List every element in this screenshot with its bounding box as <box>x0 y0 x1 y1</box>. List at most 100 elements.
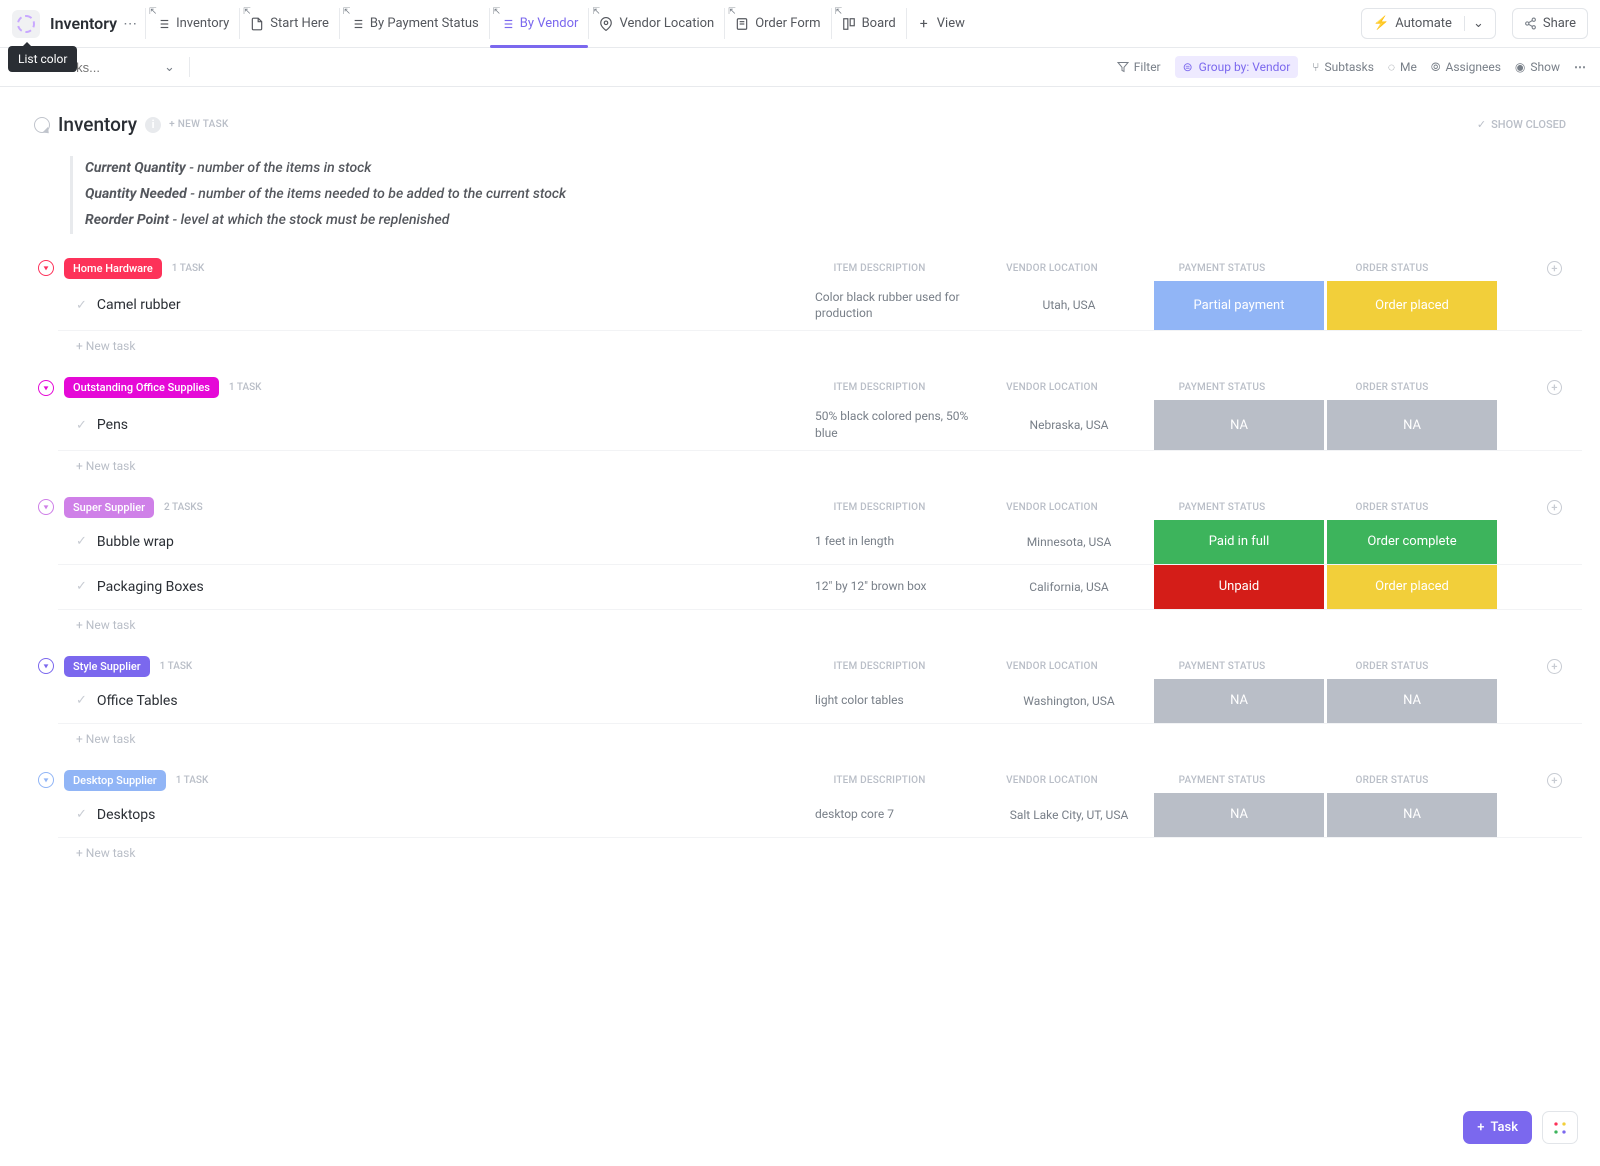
task-row[interactable]: ✓ Pens 50% black colored pens, 50% blueNeb… <box>58 400 1582 451</box>
filter-button[interactable]: Filter <box>1117 60 1161 74</box>
subtasks-button[interactable]: ⑂ Subtasks <box>1312 60 1374 74</box>
check-icon[interactable]: ✓ <box>76 298 87 313</box>
cell-payment-status[interactable]: NA <box>1154 400 1324 450</box>
tab-board[interactable]: ⇱Board <box>831 8 906 39</box>
cell-order-status[interactable]: NA <box>1327 400 1497 450</box>
task-row[interactable]: ✓Packaging Boxes12" by 12" brown boxCali… <box>58 565 1582 610</box>
collapse-icon[interactable] <box>38 499 54 515</box>
cell-desc[interactable]: 1 feet in length <box>809 520 984 564</box>
cell-order-status[interactable]: NA <box>1327 793 1497 837</box>
group-by-button[interactable]: ⊜ Group by: Vendor <box>1175 56 1299 78</box>
col-header-desc[interactable]: ITEM DESCRIPTION <box>792 502 967 513</box>
automate-button[interactable]: ⚡ Automate ⌄ <box>1361 8 1496 39</box>
tab-by-payment-status[interactable]: ⇱By Payment Status <box>339 8 489 39</box>
cell-loc[interactable]: Minnesota, USA <box>984 520 1154 564</box>
collapse-icon[interactable] <box>38 260 54 276</box>
col-header-pay[interactable]: PAYMENT STATUS <box>1137 775 1307 786</box>
tab-by-vendor[interactable]: ⇱By Vendor <box>489 8 589 39</box>
group-badge[interactable]: Outstanding Office Supplies <box>64 377 219 398</box>
col-header-ord[interactable]: ORDER STATUS <box>1307 775 1477 786</box>
group-badge[interactable]: Desktop Supplier <box>64 770 166 791</box>
apps-button[interactable] <box>1542 1111 1578 1144</box>
cell-payment-status[interactable]: NA <box>1154 793 1324 837</box>
col-header-loc[interactable]: VENDOR LOCATION <box>967 263 1137 274</box>
new-task-float-button[interactable]: + Task <box>1463 1111 1532 1144</box>
group-badge[interactable]: Home Hardware <box>64 258 162 279</box>
col-header-pay[interactable]: PAYMENT STATUS <box>1137 502 1307 513</box>
add-column[interactable]: + <box>1477 380 1562 395</box>
cell-desc[interactable]: Color black rubber used for production <box>809 281 984 331</box>
collapse-icon[interactable] <box>38 380 54 396</box>
cell-order-status[interactable]: NA <box>1327 679 1497 723</box>
cell-loc[interactable]: California, USA <box>984 565 1154 609</box>
col-header-pay[interactable]: PAYMENT STATUS <box>1137 263 1307 274</box>
collapse-icon[interactable] <box>38 658 54 674</box>
cell-loc[interactable]: Nebraska, USA <box>984 400 1154 450</box>
cell-payment-status[interactable]: Unpaid <box>1154 565 1324 609</box>
me-button[interactable]: ◌ Me <box>1388 60 1417 74</box>
cell-desc[interactable]: 12" by 12" brown box <box>809 565 984 609</box>
cell-desc[interactable]: light color tables <box>809 679 984 723</box>
info-icon[interactable]: i <box>145 117 161 133</box>
chevron-down-icon[interactable]: ⌄ <box>1464 16 1484 31</box>
task-row[interactable]: ✓ Office Tables light color tablesWashingt… <box>58 679 1582 724</box>
add-task-button[interactable]: + New task <box>76 732 1582 746</box>
tab-view[interactable]: +View <box>906 8 975 39</box>
col-header-loc[interactable]: VENDOR LOCATION <box>967 661 1137 672</box>
cell-loc[interactable]: Salt Lake City, UT, USA <box>984 793 1154 837</box>
group-badge[interactable]: Super Supplier <box>64 497 154 518</box>
task-name[interactable]: Pens <box>97 417 128 433</box>
add-task-button[interactable]: + New task <box>76 339 1582 353</box>
col-header-desc[interactable]: ITEM DESCRIPTION <box>792 775 967 786</box>
add-task-button[interactable]: + New task <box>76 618 1582 632</box>
more-icon[interactable]: ⋯ <box>123 16 137 32</box>
add-column[interactable]: + <box>1477 659 1562 674</box>
col-header-ord[interactable]: ORDER STATUS <box>1307 661 1477 672</box>
collapse-icon[interactable] <box>38 772 54 788</box>
col-header-pay[interactable]: PAYMENT STATUS <box>1137 382 1307 393</box>
task-name[interactable]: Desktops <box>97 807 155 823</box>
show-closed-button[interactable]: ✓ SHOW CLOSED <box>1477 118 1566 131</box>
show-button[interactable]: ◉ Show <box>1515 60 1560 74</box>
add-column[interactable]: + <box>1477 500 1562 515</box>
new-task-link[interactable]: + NEW TASK <box>169 119 228 130</box>
task-row[interactable]: ✓ Camel rubber Color black rubber used for… <box>58 281 1582 332</box>
check-icon[interactable]: ✓ <box>76 418 87 433</box>
status-circle-icon[interactable] <box>34 117 50 133</box>
group-badge[interactable]: Style Supplier <box>64 656 150 677</box>
col-header-loc[interactable]: VENDOR LOCATION <box>967 775 1137 786</box>
cell-desc[interactable]: 50% black colored pens, 50% blue <box>809 400 984 450</box>
col-header-desc[interactable]: ITEM DESCRIPTION <box>792 661 967 672</box>
tab-start-here[interactable]: ⇱Start Here <box>239 8 339 39</box>
task-row[interactable]: ✓Bubble wrap1 feet in lengthMinnesota, U… <box>58 520 1582 565</box>
assignees-button[interactable]: ⦾ Assignees <box>1431 60 1501 75</box>
more-options-icon[interactable]: ⋯ <box>1574 60 1586 74</box>
check-icon[interactable]: ✓ <box>76 693 87 708</box>
tab-order-form[interactable]: ⇱Order Form <box>724 8 830 39</box>
cell-loc[interactable]: Washington, USA <box>984 679 1154 723</box>
add-task-button[interactable]: + New task <box>76 459 1582 473</box>
col-header-ord[interactable]: ORDER STATUS <box>1307 382 1477 393</box>
search-dropdown[interactable]: ⌄ <box>164 60 175 75</box>
cell-loc[interactable]: Utah, USA <box>984 281 1154 331</box>
add-task-button[interactable]: + New task <box>76 846 1582 860</box>
cell-payment-status[interactable]: Partial payment <box>1154 281 1324 331</box>
tab-inventory[interactable]: ⇱Inventory <box>145 8 239 39</box>
task-row[interactable]: ✓Desktopsdesktop core 7Salt Lake City, U… <box>58 793 1582 838</box>
cell-order-status[interactable]: Order complete <box>1327 520 1497 564</box>
col-header-loc[interactable]: VENDOR LOCATION <box>967 502 1137 513</box>
col-header-pay[interactable]: PAYMENT STATUS <box>1137 661 1307 672</box>
add-column[interactable]: + <box>1477 773 1562 788</box>
task-name[interactable]: Packaging Boxes <box>97 579 204 595</box>
share-button[interactable]: Share <box>1512 8 1588 39</box>
task-name[interactable]: Office Tables <box>97 693 178 709</box>
col-header-desc[interactable]: ITEM DESCRIPTION <box>792 263 967 274</box>
add-column[interactable]: + <box>1477 261 1562 276</box>
task-name[interactable]: Camel rubber <box>97 297 181 313</box>
list-color-button[interactable]: List color <box>12 10 40 38</box>
col-header-ord[interactable]: ORDER STATUS <box>1307 263 1477 274</box>
col-header-loc[interactable]: VENDOR LOCATION <box>967 382 1137 393</box>
col-header-desc[interactable]: ITEM DESCRIPTION <box>792 382 967 393</box>
check-icon[interactable]: ✓ <box>76 807 87 822</box>
task-name[interactable]: Bubble wrap <box>97 534 174 550</box>
